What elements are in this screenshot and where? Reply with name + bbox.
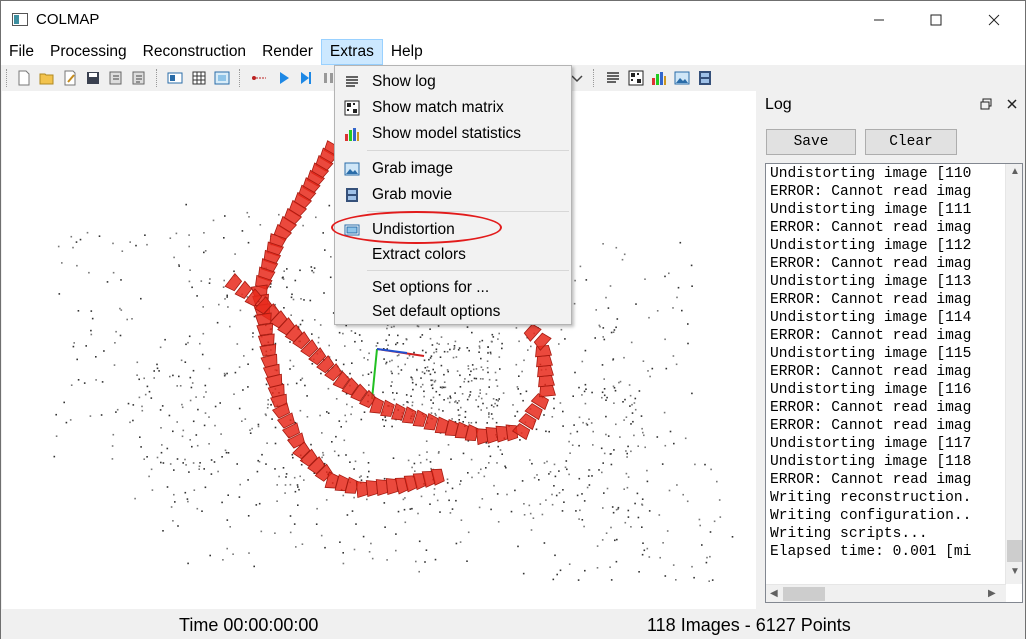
extras-menu: Show log Show match matrix Show model st…: [334, 65, 572, 325]
log-line: Elapsed time: 0.001 [mi: [770, 544, 972, 560]
film-icon: [346, 188, 358, 202]
reconstruction-options-icon[interactable]: [251, 70, 267, 86]
menu-help[interactable]: Help: [383, 39, 431, 65]
toolbar-separator: [6, 69, 8, 87]
new-project-icon[interactable]: [16, 70, 32, 86]
open-project-icon[interactable]: [39, 70, 55, 86]
edit-project-icon[interactable]: [62, 70, 78, 86]
log-line: ERROR: Cannot read imag: [770, 220, 972, 236]
image-icon: [344, 162, 360, 176]
status-bar: Time 00:00:00:00 118 Images - 6127 Point…: [1, 609, 1025, 639]
horizontal-scroll-thumb[interactable]: [783, 587, 825, 601]
status-time: Time 00:00:00:00: [179, 615, 319, 635]
scroll-up-icon[interactable]: ▲: [1010, 166, 1020, 177]
log-line: Undistorting image [115: [770, 346, 972, 362]
step-icon[interactable]: [298, 70, 314, 86]
log-vertical-scrollbar[interactable]: ▲ ▼: [1005, 164, 1022, 584]
grid-icon[interactable]: [191, 70, 207, 86]
menu-render[interactable]: Render: [254, 39, 321, 65]
log-line: ERROR: Cannot read imag: [770, 292, 972, 308]
log-clear-button[interactable]: Clear: [865, 129, 957, 155]
list-icon[interactable]: [605, 70, 621, 86]
import-icon[interactable]: [108, 70, 124, 86]
export-icon[interactable]: [131, 70, 147, 86]
log-save-button[interactable]: Save: [766, 129, 856, 155]
colmap-window: COLMAP File Processing Reconstruction Re…: [0, 0, 1026, 639]
matrix-icon: [344, 100, 360, 116]
menu-extras[interactable]: Extras: [320, 39, 383, 65]
close-icon: [988, 14, 1000, 26]
menu-bar: File Processing Reconstruction Render Ex…: [1, 39, 1025, 65]
log-dock: Log Save Clear Undistorting image [110 ER…: [758, 91, 1025, 609]
log-line: Undistorting image [116: [770, 382, 972, 398]
log-line: ERROR: Cannot read imag: [770, 400, 972, 416]
log-line: Undistorting image [111: [770, 202, 972, 218]
log-line: Undistorting image [112: [770, 238, 972, 254]
log-line: Undistorting image [110: [770, 166, 972, 182]
menu-item-show-match-matrix[interactable]: Show match matrix: [336, 95, 571, 121]
bar-chart-icon[interactable]: [651, 70, 667, 86]
matrix-icon[interactable]: [628, 70, 644, 86]
log-line: ERROR: Cannot read imag: [770, 364, 972, 380]
menu-item-grab-image[interactable]: Grab image: [336, 156, 571, 182]
menu-item-show-log[interactable]: Show log: [336, 69, 571, 95]
app-icon: [12, 13, 28, 26]
scroll-right-icon[interactable]: ▶: [988, 588, 996, 599]
log-line: Undistorting image [114: [770, 310, 972, 326]
play-icon[interactable]: [276, 70, 292, 86]
minimize-button[interactable]: [856, 1, 902, 39]
maximize-icon: [930, 14, 942, 26]
toolbar-separator: [593, 69, 595, 87]
database-icon[interactable]: [167, 70, 183, 86]
log-line: Undistorting image [118: [770, 454, 972, 470]
close-dock-icon[interactable]: [1006, 97, 1018, 113]
log-line: ERROR: Cannot read imag: [770, 472, 972, 488]
log-horizontal-scrollbar[interactable]: ◀ ▶: [766, 584, 1006, 602]
menu-separator: [367, 270, 569, 271]
menu-processing[interactable]: Processing: [42, 39, 135, 65]
matches-icon[interactable]: [214, 70, 230, 86]
menu-item-extract-colors[interactable]: Extract colors: [336, 242, 571, 268]
scroll-down-icon[interactable]: ▼: [1010, 566, 1020, 577]
log-title: Log: [765, 96, 792, 113]
bar-chart-icon: [345, 128, 359, 141]
float-dock-icon[interactable]: [980, 97, 992, 113]
vertical-scroll-thumb[interactable]: [1007, 540, 1022, 562]
menu-item-set-options[interactable]: Set options for ...: [336, 275, 571, 301]
menu-item-show-model-statistics[interactable]: Show model statistics: [336, 121, 571, 147]
maximize-button[interactable]: [913, 1, 959, 39]
log-line: ERROR: Cannot read imag: [770, 328, 972, 344]
log-line: ERROR: Cannot read imag: [770, 418, 972, 434]
log-text: Undistorting image [110 ERROR: Cannot rea…: [770, 165, 971, 561]
minimize-icon: [874, 19, 884, 21]
window-title: COLMAP: [36, 11, 100, 28]
toolbar-separator: [156, 69, 158, 87]
menu-reconstruction[interactable]: Reconstruction: [135, 39, 254, 65]
scroll-left-icon[interactable]: ◀: [770, 588, 778, 599]
log-line: Writing scripts...: [770, 526, 928, 542]
title-bar: COLMAP: [1, 1, 1025, 39]
menu-item-set-default-options[interactable]: Set default options: [336, 299, 571, 325]
close-button[interactable]: [971, 1, 1017, 39]
menu-separator: [367, 150, 569, 151]
log-line: ERROR: Cannot read imag: [770, 256, 972, 272]
image-icon[interactable]: [674, 70, 690, 86]
list-icon: [346, 76, 358, 87]
menu-file[interactable]: File: [1, 39, 42, 65]
log-line: Undistorting image [117: [770, 436, 972, 452]
log-line: ERROR: Cannot read imag: [770, 184, 972, 200]
save-project-icon[interactable]: [85, 70, 101, 86]
log-line: Undistorting image [113: [770, 274, 972, 290]
log-line: Writing reconstruction.: [770, 490, 972, 506]
film-icon[interactable]: [697, 70, 713, 86]
highlight-ellipse: [331, 211, 502, 244]
status-counts: 118 Images - 6127 Points: [647, 615, 851, 635]
menu-item-grab-movie[interactable]: Grab movie: [336, 182, 571, 208]
log-output[interactable]: Undistorting image [110 ERROR: Cannot rea…: [765, 163, 1023, 603]
toolbar-separator: [239, 69, 241, 87]
log-line: Writing configuration..: [770, 508, 972, 524]
